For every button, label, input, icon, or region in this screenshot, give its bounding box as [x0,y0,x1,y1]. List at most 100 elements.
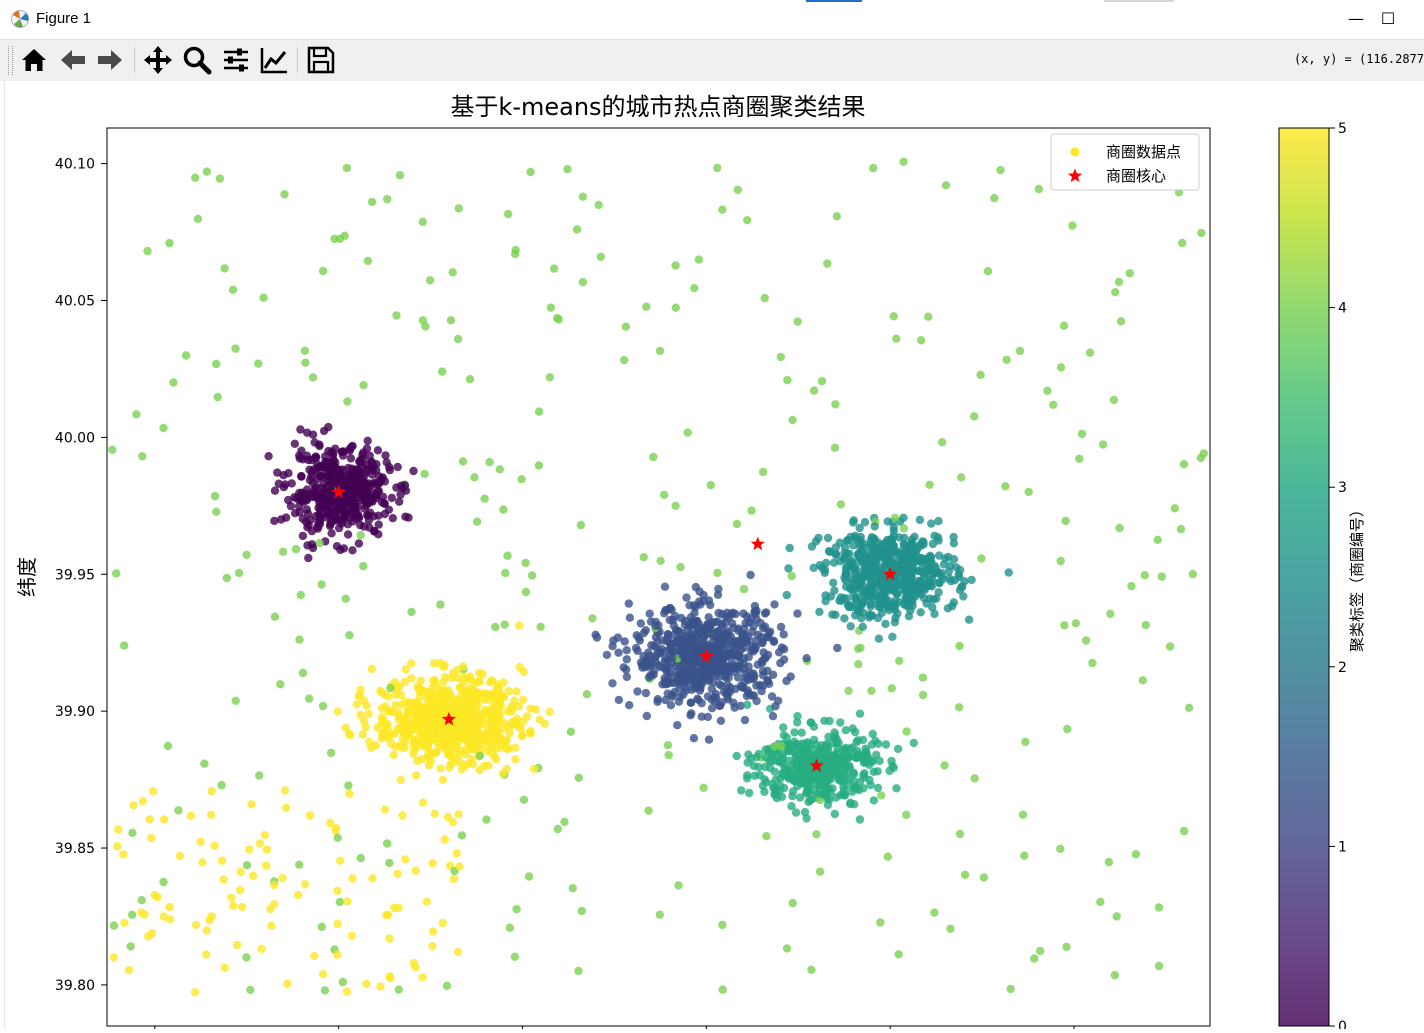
data-point [782,590,791,600]
y-tick-label: 39.95 [55,567,95,583]
data-point [894,950,903,959]
data-point [883,852,892,861]
y-tick-label: 39.90 [55,704,95,720]
edit-axis-icon[interactable] [258,44,290,76]
data-point [333,833,342,842]
data-point [359,561,368,571]
data-point [1077,429,1087,439]
data-point [181,351,191,360]
data-point [849,518,858,527]
data-point [793,317,802,326]
data-point [465,375,475,384]
data-point [383,194,392,204]
data-point [511,249,520,259]
data-point [431,726,440,736]
data-point [356,530,365,540]
data-point [693,678,702,687]
data-point [890,513,900,522]
data-point [474,677,483,686]
data-point [699,783,708,792]
data-point [398,811,407,820]
data-point [242,861,252,870]
configure-subplots-icon[interactable] [220,44,252,76]
data-point [384,692,393,701]
data-point [193,214,203,223]
data-point [343,397,352,406]
toolbar-grip[interactable] [8,46,13,75]
data-point [1153,535,1163,544]
data-point [377,713,387,722]
data-point [916,336,926,345]
maximize-button[interactable]: ☐ [1376,8,1400,30]
data-point [392,311,401,320]
data-point [308,478,317,488]
data-point [315,441,324,451]
data-point [918,537,927,546]
data-point [636,619,645,628]
data-point [846,798,855,807]
home-icon[interactable] [18,44,50,76]
data-point [671,501,680,510]
data-point [869,594,878,604]
data-point [815,607,824,617]
data-point [770,790,779,799]
data-point [448,818,457,827]
data-point [732,519,742,529]
data-point [298,668,308,678]
data-point [1085,348,1095,357]
data-point [645,609,654,618]
forward-arrow-icon[interactable] [94,44,126,76]
data-point [907,535,917,544]
data-point [783,375,792,385]
data-point [1179,826,1189,836]
data-point [938,438,947,447]
figure-canvas[interactable]: 基于k-means的城市热点商圈聚类结果 40.10 40.05 40.00 39.9… [0,81,1424,1033]
save-icon[interactable] [305,44,337,76]
data-point [367,664,376,674]
minimize-button[interactable]: — [1344,8,1368,30]
data-point [748,642,757,651]
data-point [751,609,760,618]
data-point [402,731,411,741]
back-arrow-icon[interactable] [57,44,89,76]
data-point [475,751,485,760]
data-point [196,837,205,847]
data-point [213,392,222,402]
legend[interactable]: 商圈数据点 商圈核心 [1050,133,1200,191]
data-point [822,739,831,749]
data-point [893,589,902,598]
data-point [848,724,857,733]
data-point [809,386,819,395]
data-point [484,761,493,770]
data-point [396,690,406,700]
data-point [279,471,288,480]
data-point [855,815,865,824]
data-point [482,815,491,824]
pan-icon[interactable] [142,44,174,76]
zoom-icon[interactable] [181,44,213,76]
data-point [990,194,999,203]
data-point [374,530,383,539]
data-point [816,748,826,757]
data-point [934,516,943,526]
data-point [823,533,833,543]
data-point [422,897,431,906]
data-point [954,703,964,712]
data-point [679,676,688,685]
data-point [417,755,426,764]
data-point [348,490,358,499]
data-point [359,381,368,390]
data-point [899,157,908,166]
data-point [407,607,416,617]
data-point [315,517,325,526]
data-point [395,724,405,733]
data-point [840,614,849,623]
data-point [242,550,251,559]
data-point [521,558,530,568]
data-point [1114,277,1124,287]
data-point [430,676,439,685]
data-point [892,334,901,343]
data-point [343,897,352,906]
data-point [938,574,948,584]
data-point [596,252,605,261]
